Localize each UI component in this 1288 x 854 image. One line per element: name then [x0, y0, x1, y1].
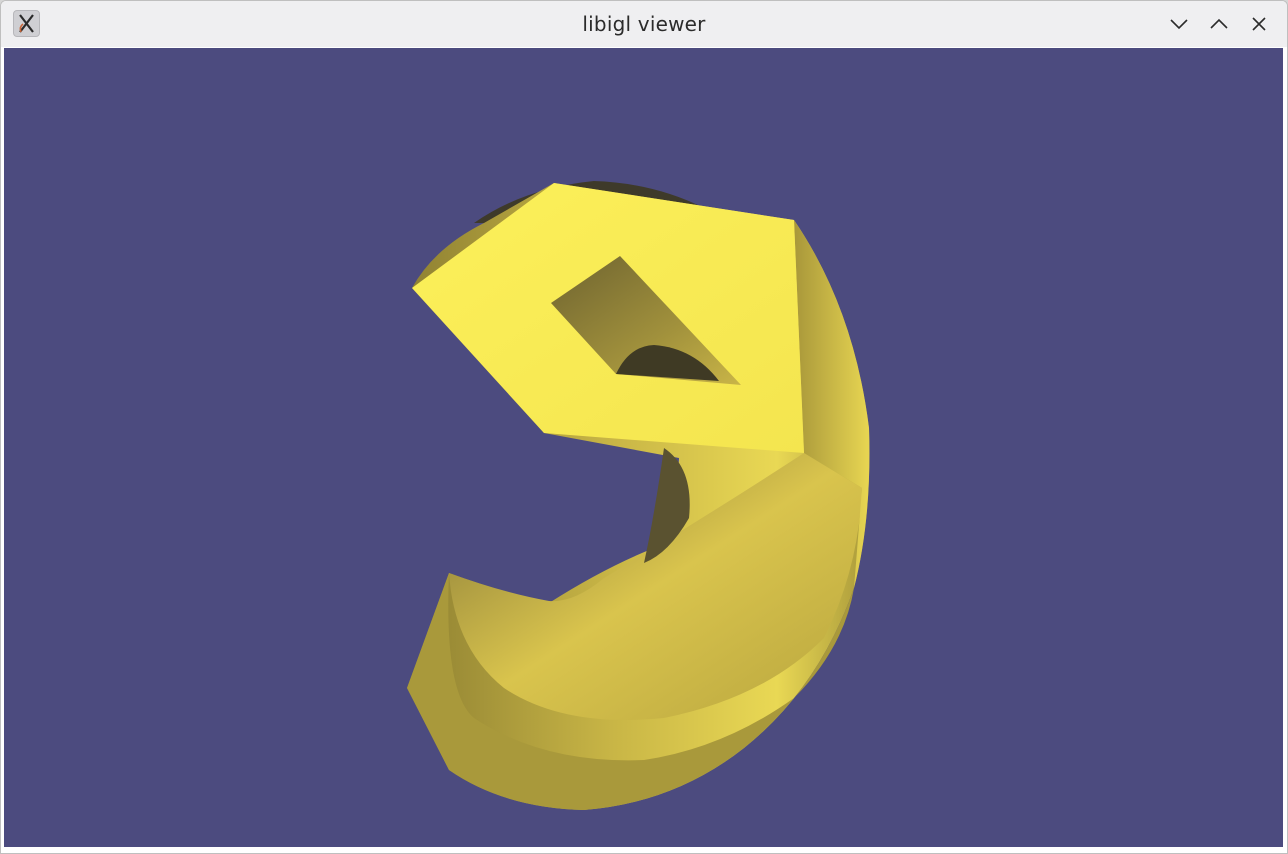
window-title: libigl viewer: [582, 12, 706, 36]
title-bar[interactable]: libigl viewer: [1, 1, 1287, 47]
viewer-window: libigl viewer: [0, 0, 1288, 854]
window-bottom-edge: [1, 847, 1287, 853]
close-button[interactable]: [1244, 9, 1274, 39]
mesh-render: [407, 181, 870, 810]
chevron-up-icon: [1209, 18, 1229, 30]
minimize-button[interactable]: [1164, 9, 1194, 39]
maximize-button[interactable]: [1204, 9, 1234, 39]
3d-viewport[interactable]: [4, 48, 1283, 847]
chevron-down-icon: [1169, 18, 1189, 30]
close-icon: [1251, 16, 1267, 32]
